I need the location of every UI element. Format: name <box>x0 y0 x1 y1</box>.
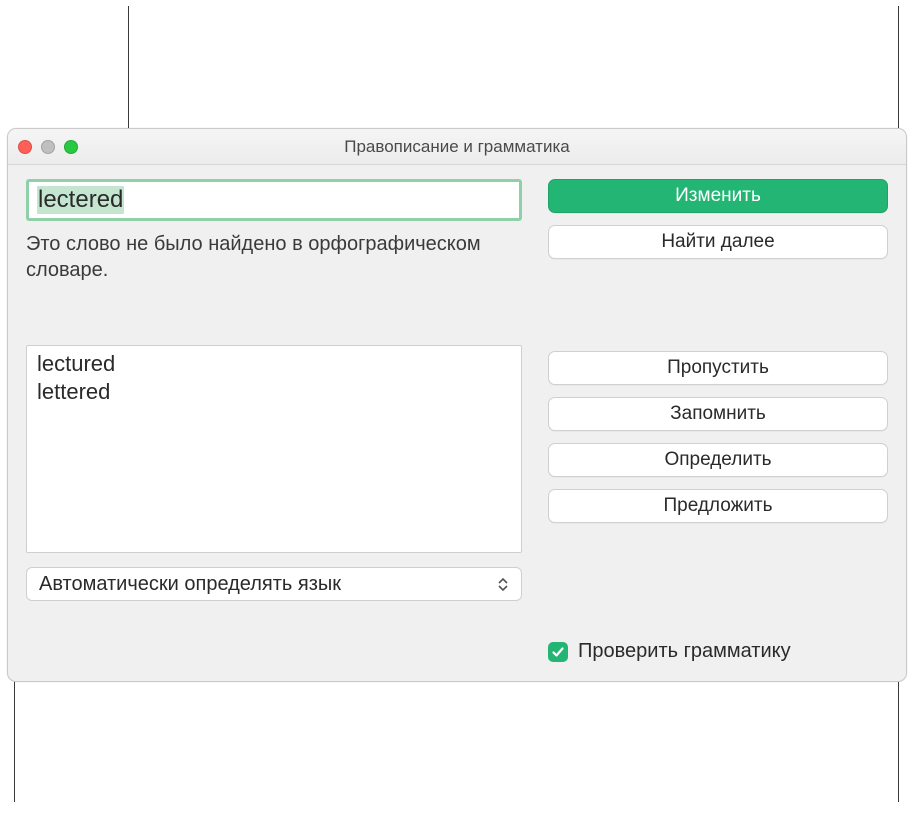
check-icon <box>551 645 565 659</box>
window-title: Правописание и грамматика <box>344 137 569 157</box>
grammar-check-row: Проверить грамматику <box>548 632 888 663</box>
list-item[interactable]: lettered <box>35 378 513 406</box>
zoom-icon[interactable] <box>64 140 78 154</box>
find-next-button[interactable]: Найти далее <box>548 225 888 259</box>
grammar-checkbox[interactable] <box>548 642 568 662</box>
change-button[interactable]: Изменить <box>548 179 888 213</box>
ignore-button[interactable]: Пропустить <box>548 351 888 385</box>
window-controls <box>18 129 78 165</box>
spelling-window: Правописание и грамматика lectered Это с… <box>7 128 907 682</box>
learn-button[interactable]: Запомнить <box>548 397 888 431</box>
grammar-checkbox-label: Проверить грамматику <box>578 640 791 663</box>
language-select[interactable]: Автоматически определять язык <box>26 567 522 601</box>
titlebar: Правописание и грамматика <box>8 129 906 165</box>
status-text: Это слово не было найдено в орфографичес… <box>26 231 522 283</box>
list-item[interactable]: lectured <box>35 350 513 378</box>
spacer <box>548 271 888 339</box>
define-button[interactable]: Определить <box>548 443 888 477</box>
close-icon[interactable] <box>18 140 32 154</box>
misspelled-word-field[interactable]: lectered <box>26 179 522 221</box>
guess-button[interactable]: Предложить <box>548 489 888 523</box>
minimize-icon[interactable] <box>41 140 55 154</box>
suggestions-list[interactable]: lectured lettered <box>26 345 522 553</box>
chevron-updown-icon <box>491 571 515 597</box>
misspelled-word-value: lectered <box>37 186 124 214</box>
language-select-value: Автоматически определять язык <box>39 573 341 596</box>
